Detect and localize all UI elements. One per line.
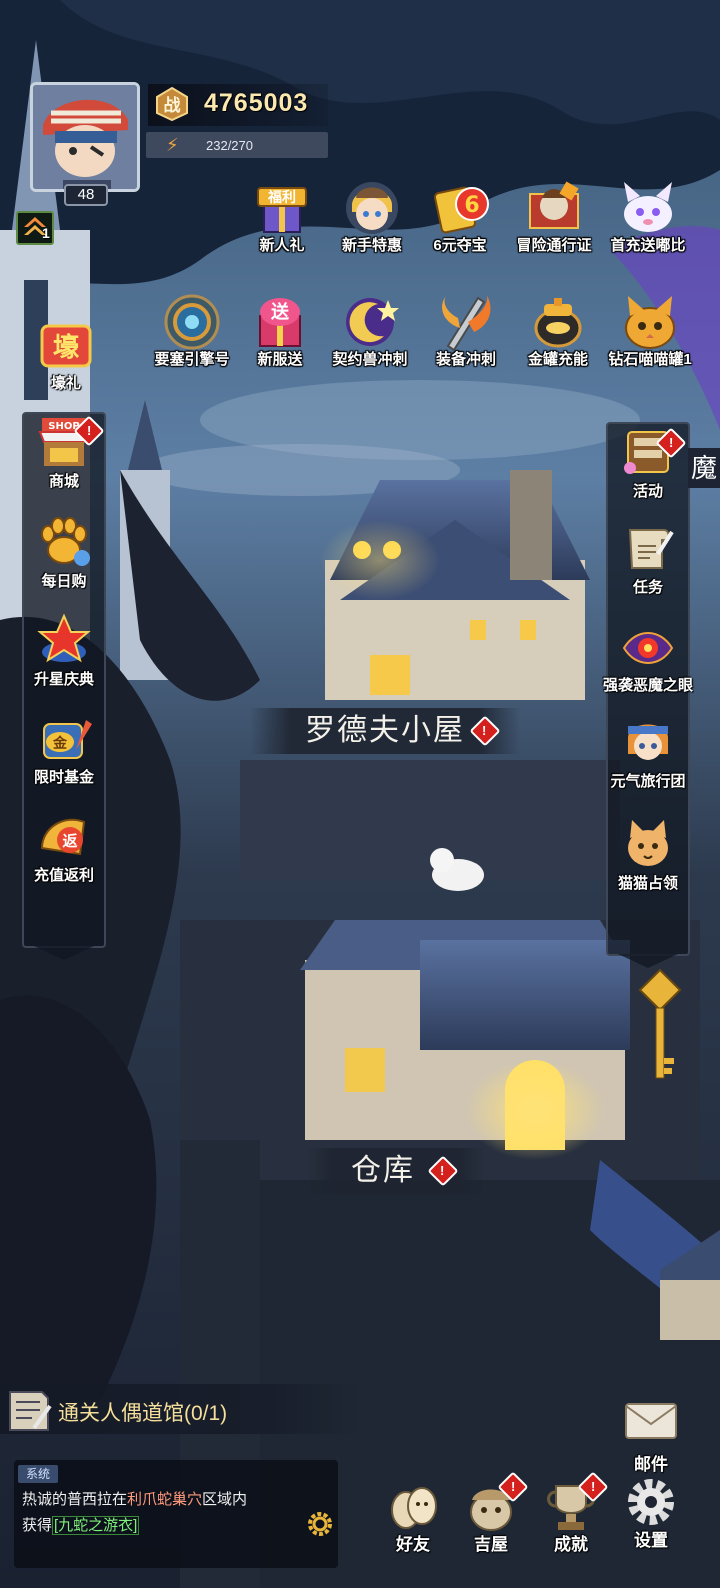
chat-settings-gear-icon[interactable] <box>306 1510 334 1538</box>
shop-icon: SHOP ! <box>34 414 105 472</box>
chat-text: 区域内 <box>202 1491 248 1508</box>
star-icon <box>34 612 94 670</box>
energy-value: 232/270 <box>206 138 253 153</box>
left-menu-luxury-gift[interactable]: 壕 壕礼 <box>16 316 116 393</box>
building-name: 罗德夫小屋 <box>305 714 465 747</box>
menu-label: 壕礼 <box>50 375 81 392</box>
menu-label: 强袭恶魔之眼 <box>602 677 693 694</box>
alert-badge: ! <box>427 1155 459 1187</box>
trophy-icon: ! <box>542 1471 609 1534</box>
chat-message-line-1: 热诚的普西拉在利爪蛇巢穴区域内 <box>22 1488 247 1509</box>
power-glyph: 战 <box>164 96 181 116</box>
chat-message-line-2: 获得 [九蛇之游衣] <box>22 1514 140 1535</box>
house-npc-icon: ! <box>462 1471 529 1534</box>
gift-box-icon: 福利 <box>250 178 314 238</box>
engine-icon <box>160 292 224 352</box>
menu-label: 每日购 <box>41 573 87 590</box>
player-level: 48 <box>64 184 108 206</box>
event-badge-text: 6 <box>464 193 479 218</box>
nav-lucky-house[interactable]: ! 吉屋 <box>452 1471 530 1555</box>
mail-button[interactable]: 邮件 <box>612 1398 690 1475</box>
travel-girl-icon <box>618 714 678 772</box>
luxury-gift-icon: 壕 <box>36 316 96 374</box>
girl-avatar-icon <box>340 178 404 238</box>
chat-text: 获得 <box>22 1517 53 1534</box>
event-first-charge[interactable]: 首充送嘟比 <box>602 178 694 255</box>
diamond-cat-jar-icon <box>618 292 682 352</box>
golden-key-icon[interactable] <box>636 968 684 1088</box>
event-adventure-pass[interactable]: 冒险通行证 <box>508 178 600 255</box>
rank-level: 1 <box>42 225 50 241</box>
rebate-icon: 返 <box>34 808 94 866</box>
envelope-icon <box>622 1398 680 1454</box>
chat-channel-tag: 系统 <box>18 1465 58 1483</box>
weapon-sprint-icon <box>434 292 498 352</box>
menu-label: 任务 <box>632 579 663 596</box>
right-menu-vitality-tour[interactable]: 元气旅行团 <box>598 714 698 791</box>
quest-text[interactable]: 通关人偶道馆(0/1) <box>58 1397 227 1427</box>
adventure-pass-icon <box>522 178 586 238</box>
quest-scroll-icon <box>618 520 678 578</box>
right-menu-activity[interactable]: ! 活动 <box>598 424 698 501</box>
chat-item-link[interactable]: [九蛇之游衣] <box>52 1516 140 1535</box>
alert-badge: ! <box>469 715 501 747</box>
avatar-portrait-icon <box>33 85 137 189</box>
left-menu-shop[interactable]: SHOP ! 商城 <box>14 414 114 491</box>
event-equipment-sprint[interactable]: 装备冲刺 <box>420 292 512 369</box>
cat-face-icon <box>618 816 678 874</box>
menu-label: 商城 <box>48 473 79 490</box>
menu-label: 升星庆典 <box>33 671 94 688</box>
gear-icon <box>622 1474 680 1530</box>
building-warehouse[interactable]: 仓库 ! <box>306 1148 486 1194</box>
left-menu-recharge-rebate[interactable]: 返 充值返利 <box>14 808 114 885</box>
paw-icon <box>34 514 94 572</box>
menu-label: 充值返利 <box>33 867 94 884</box>
right-menu-quests[interactable]: 任务 <box>598 520 698 597</box>
menu-badge-text: 金 <box>52 735 68 752</box>
building-rodolf-cabin[interactable]: 罗德夫小屋 ! <box>250 708 520 754</box>
event-six-yuan-treasure[interactable]: 6 6元夺宝 <box>414 178 506 255</box>
battle-power-icon: 战 <box>156 86 188 122</box>
gold-jar-icon <box>526 292 590 352</box>
event-badge-text: 送 <box>270 301 290 323</box>
right-menu-demon-eye[interactable]: 强袭恶魔之眼 <box>598 618 698 695</box>
left-menu-daily-buy[interactable]: 每日购 <box>14 514 114 591</box>
demon-eye-icon <box>618 618 678 676</box>
pet-dubi-icon <box>616 178 680 238</box>
menu-badge-text: 壕 <box>53 332 80 363</box>
event-gold-jar[interactable]: 金罐充能 <box>512 292 604 369</box>
quest-scroll-icon <box>9 1391 52 1431</box>
nav-settings[interactable]: 设置 <box>612 1474 690 1551</box>
menu-label: 限时基金 <box>33 769 94 786</box>
menu-label: 元气旅行团 <box>610 773 686 790</box>
new-server-gift-icon: 送 <box>248 292 312 352</box>
right-menu-cat-occupation[interactable]: 猫猫占领 <box>598 816 698 893</box>
lightning-icon: ⚡ <box>166 135 179 155</box>
event-fortress-engine[interactable]: 要塞引擎号 <box>146 292 238 369</box>
event-contract-beast[interactable]: 契约兽冲刺 <box>324 292 416 369</box>
chat-text: 热诚的普西拉在 <box>22 1491 128 1508</box>
nav-friends[interactable]: 好友 <box>374 1478 452 1555</box>
fund-icon: 金 <box>34 710 94 768</box>
battle-power-value: 4765003 <box>204 89 309 117</box>
left-menu-limited-fund[interactable]: 金 限时基金 <box>14 710 114 787</box>
event-newbie-gift[interactable]: 福利 新人礼 <box>236 178 328 255</box>
moon-beast-icon <box>338 292 402 352</box>
event-badge-text: 福利 <box>267 189 296 206</box>
left-menu-star-celebration[interactable]: 升星庆典 <box>14 612 114 689</box>
treasure-ticket-icon: 6 <box>428 178 492 238</box>
friends-icon <box>384 1478 442 1534</box>
menu-label: 猫猫占领 <box>617 875 678 892</box>
event-new-server-gift[interactable]: 送 新服送 <box>234 292 326 369</box>
event-newbie-deal[interactable]: 新手特惠 <box>326 178 418 255</box>
chat-place: 利爪蛇巢穴 <box>127 1491 203 1508</box>
nav-achievements[interactable]: ! 成就 <box>532 1471 610 1555</box>
menu-badge-text: 返 <box>62 832 77 850</box>
menu-label: 活动 <box>632 483 663 500</box>
event-diamond-cat-jar[interactable]: 钻石喵喵罐1 <box>604 292 696 369</box>
activity-icon: ! <box>618 424 687 482</box>
player-avatar[interactable] <box>30 82 140 192</box>
building-name: 仓库 <box>351 1154 415 1187</box>
